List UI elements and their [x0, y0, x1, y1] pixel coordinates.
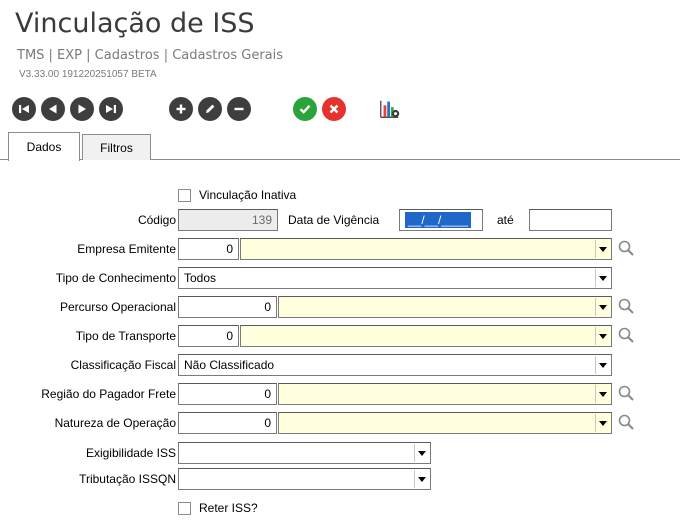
search-icon[interactable] [617, 326, 635, 344]
empresa-emitente-select[interactable] [240, 238, 612, 260]
tab-dados[interactable]: Dados [8, 132, 80, 161]
tipo-transporte-code[interactable]: 0 [178, 325, 239, 347]
tipo-transporte-select[interactable] [240, 325, 612, 347]
chevron-down-icon[interactable] [595, 414, 610, 432]
chevron-down-icon[interactable] [595, 240, 610, 258]
tributacao-issqn-select[interactable] [178, 468, 431, 490]
first-record-button[interactable] [12, 97, 36, 121]
report-button[interactable] [378, 97, 402, 121]
form-dados: Vinculação Inativa Código 139 Data de Vi… [0, 160, 680, 521]
check-icon [299, 104, 311, 114]
exigibilidade-iss-label: Exigibilidade ISS [85, 446, 176, 460]
vinculacao-inativa-checkbox[interactable] [178, 189, 191, 202]
chevron-down-icon[interactable] [595, 298, 610, 316]
tab-bar: Dados Filtros [0, 130, 680, 161]
skip-forward-icon [106, 105, 116, 113]
natureza-operacao-select[interactable] [278, 412, 612, 434]
ate-label: até [497, 213, 514, 227]
reter-iss-checkbox[interactable] [178, 502, 191, 515]
chevron-down-icon[interactable] [595, 356, 610, 374]
chevron-down-icon[interactable] [595, 385, 610, 403]
reter-iss-label: Reter ISS? [199, 501, 258, 515]
previous-record-button[interactable] [41, 97, 65, 121]
version-label: V3.33.00 191220251057 BETA [19, 69, 157, 80]
tab-filtros[interactable]: Filtros [82, 134, 151, 160]
search-icon[interactable] [617, 413, 635, 431]
edit-button[interactable] [198, 97, 222, 121]
confirm-button[interactable] [293, 97, 317, 121]
classificacao-fiscal-select[interactable]: Não Classificado [178, 354, 612, 376]
search-icon[interactable] [617, 297, 635, 315]
page-title: Vinculação de ISS [15, 8, 255, 39]
regiao-pagador-select[interactable] [278, 383, 612, 405]
empresa-emitente-code[interactable]: 0 [178, 238, 239, 260]
chevron-down-icon[interactable] [595, 327, 610, 345]
percurso-operacional-label: Percurso Operacional [59, 300, 176, 314]
codigo-label: Código [137, 213, 176, 227]
chevron-down-icon[interactable] [595, 269, 610, 287]
data-vigencia-label: Data de Vigência [288, 213, 380, 227]
tipo-conhecimento-select[interactable]: Todos [178, 267, 612, 289]
tipo-conhecimento-label: Tipo de Conhecimento [55, 271, 176, 285]
next-record-button[interactable] [70, 97, 94, 121]
natureza-operacao-code[interactable]: 0 [178, 412, 277, 434]
regiao-pagador-label: Região do Pagador Frete [41, 387, 176, 401]
regiao-pagador-code[interactable]: 0 [178, 383, 277, 405]
remove-button[interactable] [227, 97, 251, 121]
chevron-down-icon[interactable] [414, 444, 429, 462]
skip-back-icon [19, 105, 29, 113]
classificacao-fiscal-label: Classificação Fiscal [70, 358, 176, 372]
exigibilidade-iss-select[interactable] [178, 442, 431, 464]
add-button[interactable] [169, 97, 193, 121]
play-forward-icon [78, 104, 86, 114]
toolbar [0, 92, 680, 130]
tributacao-issqn-label: Tributação ISSQN [79, 472, 176, 486]
ate-field[interactable] [529, 209, 612, 231]
play-back-icon [49, 104, 57, 114]
minus-icon [234, 107, 244, 111]
search-icon[interactable] [617, 239, 635, 257]
percurso-operacional-select[interactable] [278, 296, 612, 318]
x-icon [329, 104, 339, 114]
plus-icon [176, 104, 186, 114]
tipo-transporte-label: Tipo de Transporte [75, 329, 176, 343]
data-vigencia-field[interactable]: __/__/____ [399, 209, 483, 231]
chevron-down-icon[interactable] [414, 470, 429, 488]
percurso-operacional-code[interactable]: 0 [178, 296, 277, 318]
search-icon[interactable] [617, 384, 635, 402]
breadcrumb: TMS | EXP | Cadastros | Cadastros Gerais [17, 48, 284, 63]
pencil-icon [206, 104, 215, 113]
codigo-field[interactable]: 139 [178, 209, 278, 231]
last-record-button[interactable] [99, 97, 123, 121]
natureza-operacao-label: Natureza de Operação [54, 416, 176, 430]
cancel-button[interactable] [322, 97, 346, 121]
chart-gear-icon [380, 100, 400, 118]
vinculacao-inativa-label: Vinculação Inativa [199, 188, 297, 202]
empresa-emitente-label: Empresa Emitente [77, 242, 176, 256]
